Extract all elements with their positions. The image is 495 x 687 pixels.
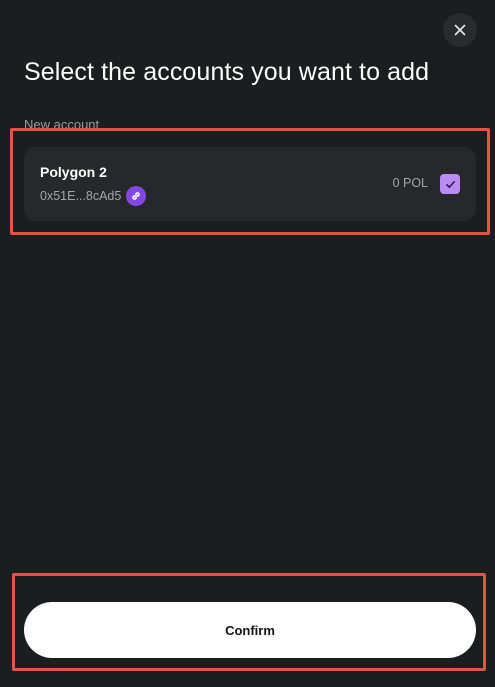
section-label: New account bbox=[24, 117, 100, 132]
account-row[interactable]: Polygon 2 0x51E...8cAd5 0 POL bbox=[24, 147, 476, 221]
modal-title: Select the accounts you want to add bbox=[24, 58, 430, 86]
account-address: 0x51E...8cAd5 bbox=[40, 189, 122, 203]
account-name: Polygon 2 bbox=[40, 164, 107, 180]
confirm-button[interactable]: Confirm bbox=[24, 602, 476, 658]
account-address-row: 0x51E...8cAd5 bbox=[40, 186, 147, 206]
link-icon bbox=[132, 192, 141, 200]
account-checkbox[interactable] bbox=[440, 174, 460, 194]
close-button[interactable] bbox=[443, 13, 477, 47]
add-accounts-modal: Select the accounts you want to add New … bbox=[0, 0, 495, 687]
account-balance: 0 POL bbox=[392, 176, 428, 190]
network-badge bbox=[126, 186, 147, 206]
close-icon bbox=[454, 24, 466, 36]
check-icon bbox=[445, 180, 455, 188]
